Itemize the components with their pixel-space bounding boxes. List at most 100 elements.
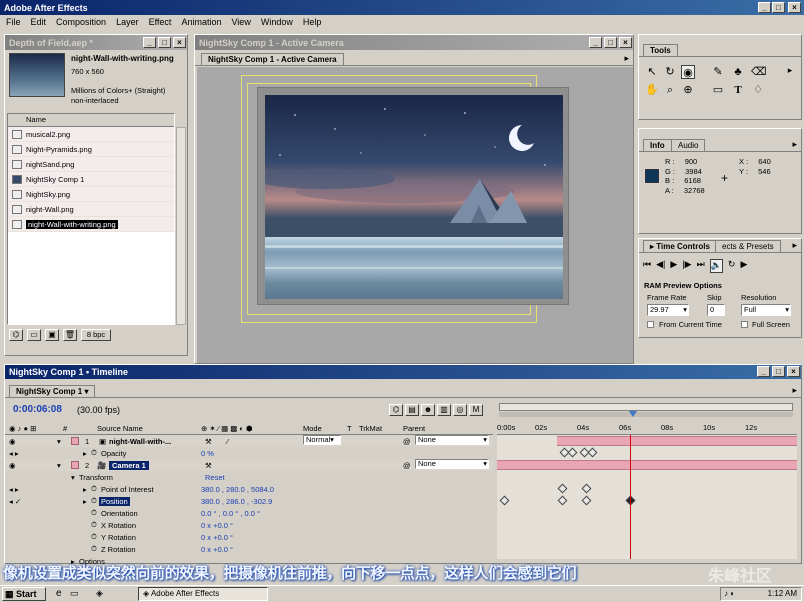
bpc-button[interactable]: 8 bpc — [81, 329, 111, 341]
project-scrollbar[interactable] — [176, 127, 186, 325]
layer-1-mode-select[interactable]: Normal▾ — [303, 435, 341, 445]
col-t[interactable]: T — [347, 424, 352, 433]
flowchart-icon[interactable]: ⌬ — [9, 329, 23, 341]
quicklaunch-desktop-icon[interactable]: ▭ — [70, 588, 79, 599]
comp-tab[interactable]: NightSky Comp 1 - Active Camera — [201, 53, 344, 65]
layer-2-duration-bar[interactable] — [497, 460, 797, 470]
project-close-button[interactable]: × — [173, 37, 186, 48]
layer-1-expand-icon[interactable]: ▾ — [57, 437, 61, 446]
time-controls-menu-icon[interactable]: ▸ — [792, 240, 797, 251]
position-stopwatch-icon[interactable]: ⏱ — [91, 496, 97, 506]
work-area-bar[interactable] — [499, 412, 793, 417]
maximize-button[interactable]: □ — [772, 2, 785, 13]
zrot-row[interactable]: ⏱ Z Rotation 0 x +0.0 ° — [5, 543, 493, 555]
zrot-value[interactable]: 0 x +0.0 ° — [201, 545, 233, 554]
tray-icons[interactable]: ♪ ◐ — [721, 588, 735, 600]
timeline-close-button[interactable]: × — [787, 366, 800, 377]
camera-orbit-tool-icon[interactable]: ◉ — [681, 65, 695, 79]
col-parent[interactable]: Parent — [403, 424, 425, 433]
layer-1-duration-bar[interactable] — [557, 436, 797, 446]
project-item[interactable]: nightSand.png — [8, 157, 174, 172]
start-button[interactable]: ▦ Start — [2, 587, 46, 601]
menu-layer[interactable]: Layer — [116, 17, 139, 27]
layer-1-parent-select[interactable]: None ▾ — [415, 435, 489, 445]
menu-window[interactable]: Window — [261, 17, 293, 27]
col-source-name[interactable]: Source Name — [97, 424, 143, 433]
position-row[interactable]: ◂ ✓ ▸ ⏱ Position 380.0 , 286.0 , -302.9 — [5, 495, 493, 507]
timecode[interactable]: 0:00:06:08 — [13, 404, 62, 415]
next-frame-icon[interactable]: |▶ — [682, 259, 691, 273]
xrot-stopwatch-icon[interactable]: ⏱ — [91, 520, 97, 530]
reset-link[interactable]: Reset — [205, 473, 225, 482]
layer-2-expand-icon[interactable]: ▾ — [57, 461, 61, 470]
opacity-keyframe[interactable] — [587, 447, 598, 458]
project-minimize-button[interactable]: _ — [143, 37, 156, 48]
play-icon[interactable]: ▶ — [670, 259, 677, 273]
ram-preview-icon[interactable]: ▶ — [740, 259, 747, 273]
timeline-maximize-button[interactable]: □ — [772, 366, 785, 377]
clone-stamp-tool-icon[interactable]: ♣ — [731, 65, 745, 79]
xrot-value[interactable]: 0 x +0.0 ° — [201, 521, 233, 530]
menu-view[interactable]: View — [231, 17, 250, 27]
resolution-select[interactable]: Full ▾ — [741, 304, 791, 316]
tools-menu-icon[interactable]: ▸ — [783, 63, 797, 77]
comp-viewport[interactable] — [197, 67, 633, 363]
project-item[interactable]: NightSky.png — [8, 187, 174, 202]
marker-icon[interactable]: M — [469, 404, 483, 416]
position-keyframe[interactable] — [581, 495, 592, 506]
taskbar-ae-button[interactable]: ◈ Adobe After Effects — [138, 587, 268, 601]
menu-effect[interactable]: Effect — [149, 17, 172, 27]
current-time-indicator[interactable] — [629, 411, 637, 417]
pen-tool-icon[interactable]: ✎ — [711, 65, 725, 79]
layer-2-parent-select[interactable]: None ▾ — [415, 459, 489, 469]
time-navigator[interactable] — [499, 403, 793, 411]
poi-value[interactable]: 380.0 , 280.0 , 5084.0 — [201, 485, 274, 494]
audio-icon[interactable]: 🔈 — [709, 259, 723, 273]
project-maximize-button[interactable]: □ — [158, 37, 171, 48]
quicklaunch-ie-icon[interactable]: e — [56, 588, 62, 599]
xrot-row[interactable]: ⏱ X Rotation 0 x +0.0 ° — [5, 519, 493, 531]
timeline-tab[interactable]: NightSky Comp 1 ▾ — [9, 385, 96, 397]
comp-maximize-button[interactable]: □ — [604, 37, 617, 48]
project-column-header[interactable]: Name — [8, 114, 174, 127]
folder-icon[interactable]: ▭ — [27, 329, 41, 341]
yrot-row[interactable]: ⏱ Y Rotation 0 x +0.0 ° — [5, 531, 493, 543]
motion-blur-icon[interactable]: ◎ — [453, 404, 467, 416]
position-value[interactable]: 380.0 , 286.0 , -302.9 — [201, 497, 272, 506]
orientation-value[interactable]: 0.0 ° , 0.0 ° , 0.0 ° — [201, 509, 260, 518]
trash-icon[interactable]: 🗑 — [63, 329, 77, 341]
layer-1-pickwhip-icon[interactable]: @ — [403, 437, 411, 446]
layer-2-pickwhip-icon[interactable]: @ — [403, 461, 411, 470]
opacity-keyframe[interactable] — [567, 447, 578, 458]
pen-path-tool-icon[interactable]: ♢ — [751, 83, 765, 97]
text-tool-icon[interactable]: T — [731, 83, 745, 97]
poi-stopwatch-icon[interactable]: ⏱ — [91, 484, 97, 494]
position-keyframe[interactable] — [557, 495, 568, 506]
eye-icon[interactable]: ◉ — [9, 437, 16, 446]
rotation-tool-icon[interactable]: ↻ — [663, 65, 677, 79]
frame-blend-icon[interactable]: ▥ — [437, 404, 451, 416]
close-button[interactable]: × — [788, 2, 801, 13]
poi-row[interactable]: ◂ ▸ ▸ ⏱ Point of Interest 380.0 , 280.0 … — [5, 483, 493, 495]
menu-file[interactable]: File — [6, 17, 21, 27]
poi-keyframe[interactable] — [581, 483, 592, 494]
quicklaunch-ae-icon[interactable]: ◈ — [96, 588, 103, 599]
layer-1-label-color[interactable] — [71, 437, 79, 445]
layer-1-quality-icon[interactable]: ⁄ — [227, 437, 228, 446]
info-menu-icon[interactable]: ▸ — [792, 139, 797, 150]
opacity-row[interactable]: ◂ ▸ ▸ ⏱ Opacity 0 % — [5, 447, 493, 459]
position-keyframe[interactable] — [499, 495, 510, 506]
layer-2-eye-icon[interactable]: ◉ — [9, 461, 16, 470]
prev-frame-icon[interactable]: ◀| — [656, 259, 665, 273]
audio-tab[interactable]: Audio — [671, 139, 706, 151]
first-frame-icon[interactable]: ⏮ — [643, 259, 651, 273]
zrot-stopwatch-icon[interactable]: ⏱ — [91, 544, 97, 554]
time-ruler[interactable]: 0:00s 02s 04s 06s 08s 10s 12s — [497, 423, 797, 435]
transform-row[interactable]: ▾ Transform Reset — [5, 471, 493, 483]
zoom-tool-icon[interactable]: ⌕ — [663, 83, 677, 97]
layer-row-2[interactable]: ◉ ▾ 2 🎥 Camera 1 ⚒ @ None ▾ — [5, 459, 493, 471]
menu-composition[interactable]: Composition — [56, 17, 106, 27]
skip-field[interactable]: 0 — [707, 304, 725, 316]
time-controls-tab[interactable]: ▸ Time Controls — [643, 240, 717, 252]
tools-tab[interactable]: Tools — [643, 44, 678, 56]
